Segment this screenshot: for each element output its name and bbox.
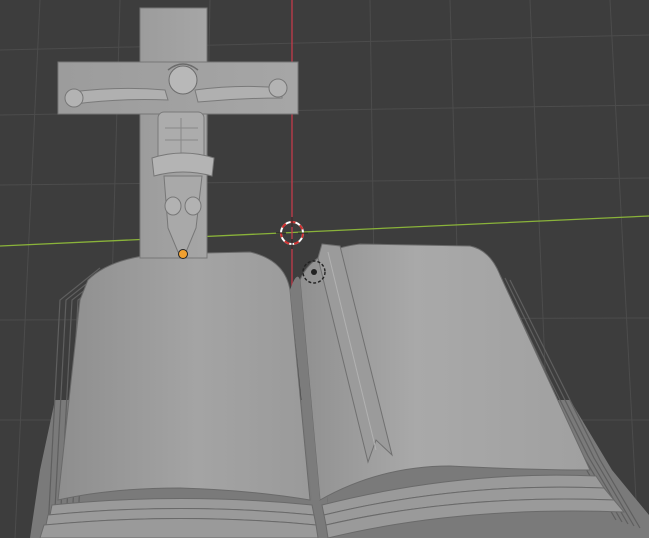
book-left-page[interactable] <box>57 251 311 501</box>
crucifix-head <box>168 65 198 95</box>
open-book[interactable] <box>30 243 649 538</box>
3d-viewport[interactable] <box>0 0 649 538</box>
viewport-canvas[interactable] <box>0 0 649 538</box>
x-axis-line <box>0 215 649 247</box>
object-origin-icon[interactable] <box>178 249 188 259</box>
crucifix[interactable] <box>57 7 299 259</box>
